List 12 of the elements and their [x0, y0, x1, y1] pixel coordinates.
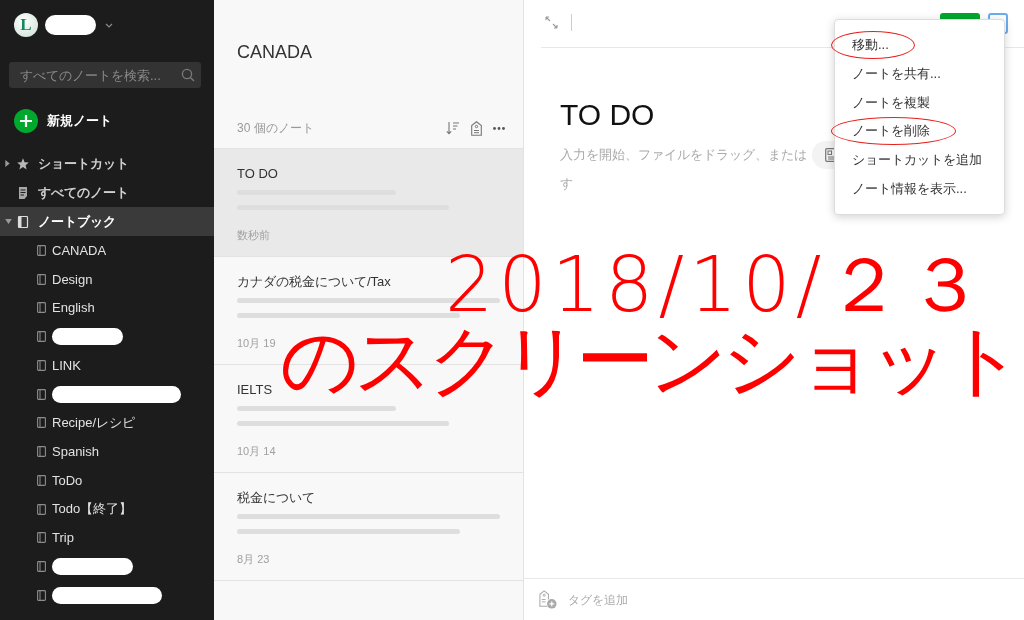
editor-hint-text: 入力を開始、ファイルをドラッグ、または	[560, 146, 807, 164]
note-date: 数秒前	[237, 228, 271, 242]
note-date: 10月 14	[237, 444, 277, 458]
note-title: TO DO	[237, 165, 279, 183]
note-title: IELTS	[237, 381, 274, 399]
editor-hint-text: す	[560, 176, 573, 192]
note-count: 30 個のノート	[237, 119, 315, 137]
notebook-title: CANADA	[236, 41, 313, 64]
note-date: 8月 23	[237, 552, 271, 566]
note-title: 税金について	[237, 489, 316, 507]
note-title: カナダの税金について/Tax	[237, 273, 392, 291]
note-date: 10月 19	[237, 336, 277, 350]
